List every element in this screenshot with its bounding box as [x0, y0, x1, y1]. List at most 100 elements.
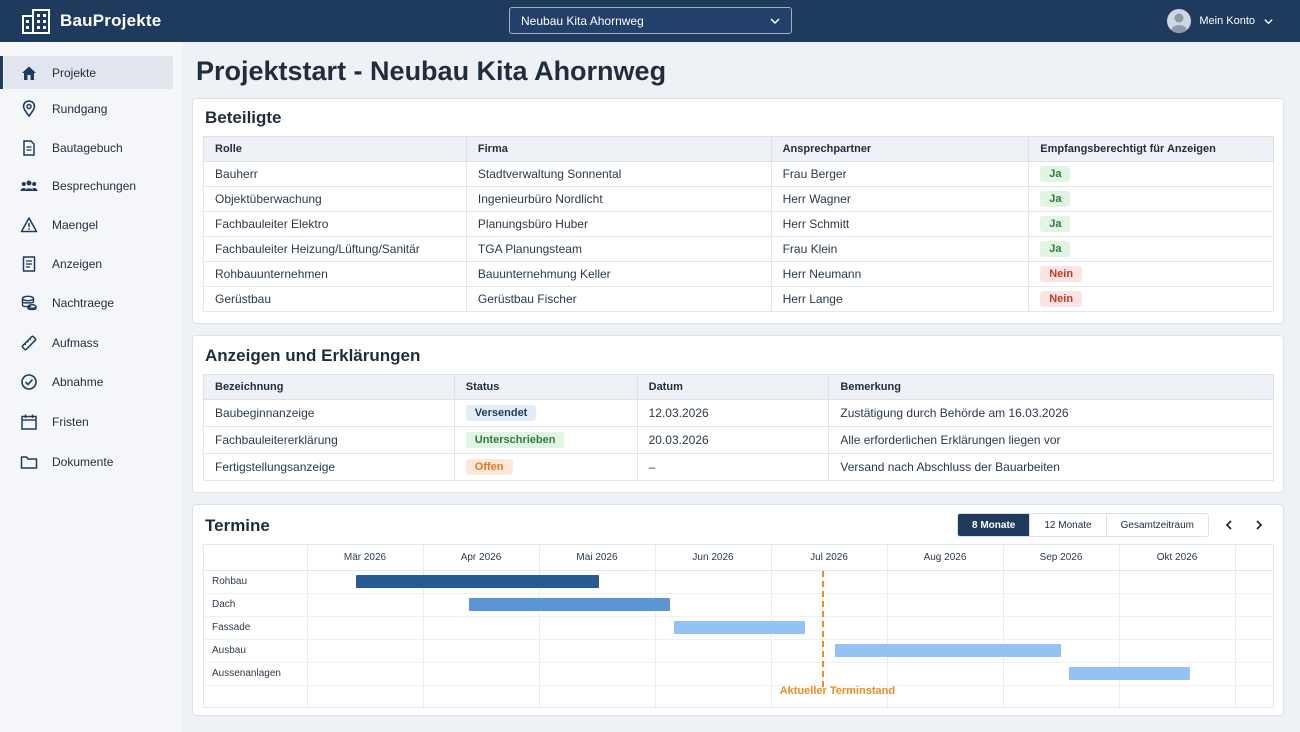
- firma-cell: Stadtverwaltung Sonnental: [465, 161, 772, 187]
- avatar: [1167, 9, 1192, 33]
- table-row[interactable]: Gerüstbau Gerüstbau Fischer Herr Lange N…: [203, 286, 1274, 312]
- sidebar-item-nachtraege[interactable]: Nachtraege: [4, 286, 173, 319]
- sidebar-item-abnahme[interactable]: Abnahme: [4, 365, 173, 398]
- current-date-line: [822, 571, 825, 687]
- range-button-8-monate[interactable]: 8 Monate: [958, 514, 1031, 536]
- sidebar-item-label: Bautagebuch: [52, 140, 123, 155]
- project-select[interactable]: Neubau Kita Ahornweg: [509, 7, 792, 34]
- map-pin-icon: [22, 99, 36, 117]
- gantt-month-label: Okt 2026: [1156, 552, 1198, 563]
- firma-cell: TGA Planungsteam: [465, 236, 772, 262]
- sidebar-item-label: Projekte: [52, 65, 97, 80]
- gantt-bar-ausbau[interactable]: [834, 644, 1061, 657]
- ansprechpartner-cell: Frau Berger: [770, 161, 1030, 187]
- rolle-cell: Objektüberwachung: [203, 186, 467, 212]
- gantt-bar-dach[interactable]: [469, 598, 671, 611]
- warning-icon: [20, 216, 38, 232]
- gantt-month-label: Apr 2026: [460, 552, 502, 563]
- user-icon: [1171, 13, 1188, 33]
- table-row[interactable]: Fachbauleitererklärung Unterschrieben 20…: [203, 426, 1274, 454]
- sidebar-item-label: Abnahme: [52, 374, 104, 389]
- sidebar-item-aufmass[interactable]: Aufmass: [4, 326, 173, 359]
- rolle-cell: Fachbauleiter Heizung/Lüftung/Sanitär: [203, 236, 467, 262]
- top-bar: BauProjekte Neubau Kita Ahornweg Mein Ko…: [0, 0, 1300, 42]
- next-button[interactable]: [1249, 515, 1269, 535]
- sidebar-item-label: Nachtraege: [52, 295, 115, 310]
- termine-card: Termine 8 Monate 12 Monate Gesamtzeitrau…: [192, 504, 1284, 716]
- check-circle-icon: [21, 373, 37, 390]
- empfang-cell: Ja: [1028, 161, 1274, 187]
- sidebar-item-anzeigen[interactable]: Anzeigen: [4, 247, 173, 280]
- gantt-row: Aussenanlagen: [204, 663, 1273, 686]
- sidebar-item-maengel[interactable]: Maengel: [4, 208, 173, 241]
- status-badge: Nein: [1040, 291, 1083, 307]
- current-date-label: Aktueller Terminstand: [779, 685, 896, 697]
- sidebar-item-label: Maengel: [52, 217, 99, 232]
- beteiligte-table: Rolle Firma Ansprechpartner Empfangsbere…: [203, 136, 1274, 312]
- status-badge: Versendet: [465, 405, 537, 421]
- table-row[interactable]: Rohbauunternehmen Bauunternehmung Keller…: [203, 261, 1274, 287]
- range-button-12-monate[interactable]: 12 Monate: [1030, 514, 1107, 536]
- table-row[interactable]: Fachbauleiter Elektro Planungsbüro Huber…: [203, 211, 1274, 237]
- chevron-down-icon: [1264, 18, 1273, 24]
- gantt-bar-rohbau[interactable]: [355, 575, 599, 588]
- anzeigen-table: Bezeichnung Status Datum Bemerkung Baube…: [203, 374, 1274, 481]
- sidebar-item-label: Fristen: [52, 414, 89, 429]
- account-menu[interactable]: Mein Konto: [1167, 9, 1274, 33]
- table-row[interactable]: Baubeginnanzeige Versendet 12.03.2026 Zu…: [203, 399, 1274, 427]
- firma-cell: Planungsbüro Huber: [465, 211, 772, 237]
- anzeigen-title: Anzeigen und Erklärungen: [205, 346, 421, 365]
- status-badge: Unterschrieben: [465, 432, 565, 448]
- table-header-row: Rolle Firma Ansprechpartner Empfangsbere…: [203, 136, 1274, 162]
- empfang-cell: Ja: [1028, 236, 1274, 262]
- sidebar-item-fristen[interactable]: Fristen: [4, 405, 173, 438]
- gantt-month-label: Mär 2026: [343, 552, 387, 563]
- sidebar-item-dokumente[interactable]: Dokumente: [4, 445, 173, 478]
- coins-icon: [21, 295, 37, 310]
- chevron-down-icon: [770, 18, 780, 25]
- firma-cell: Gerüstbau Fischer: [465, 286, 772, 312]
- gantt-month-label: Mai 2026: [576, 552, 618, 563]
- table-row[interactable]: Objektüberwachung Ingenieurbüro Nordlich…: [203, 186, 1274, 212]
- sidebar-item-rundgang[interactable]: Rundgang: [4, 92, 173, 125]
- termine-title: Termine: [205, 516, 270, 535]
- gantt-row: Rohbau: [204, 571, 1273, 594]
- column-header: Status: [453, 374, 638, 400]
- table-row[interactable]: Bauherr Stadtverwaltung Sonnental Frau B…: [203, 161, 1274, 187]
- gantt-bar-aussenanlagen[interactable]: [1068, 667, 1191, 680]
- bemerkung-cell: Alle erforderlichen Erklärungen liegen v…: [828, 426, 1274, 454]
- rolle-cell: Gerüstbau: [203, 286, 467, 312]
- sidebar: Projekte Rundgang Bautagebuch Besprechun…: [0, 42, 182, 732]
- bemerkung-cell: Versand nach Abschluss der Bauarbeiten: [828, 453, 1274, 481]
- sidebar-item-projekte[interactable]: Projekte: [0, 56, 173, 89]
- gantt-bar-fassade[interactable]: [674, 621, 805, 634]
- previous-button[interactable]: [1219, 515, 1239, 535]
- ansprechpartner-cell: Frau Klein: [770, 236, 1030, 262]
- account-label: Mein Konto: [1199, 15, 1255, 27]
- column-header: Rolle: [203, 136, 467, 162]
- beteiligte-card: Beteiligte Rolle Firma Ansprechpartner E…: [192, 98, 1284, 324]
- sidebar-item-besprechungen[interactable]: Besprechungen: [4, 169, 173, 202]
- app-logo[interactable]: BauProjekte: [22, 8, 161, 34]
- table-row[interactable]: Fachbauleiter Heizung/Lüftung/Sanitär TG…: [203, 236, 1274, 262]
- status-badge: Offen: [465, 459, 513, 475]
- empfang-cell: Nein: [1028, 261, 1274, 287]
- empfang-cell: Nein: [1028, 286, 1274, 312]
- app-name: BauProjekte: [60, 11, 162, 30]
- gantt-month-label: Aug 2026: [923, 552, 967, 563]
- status-cell: Offen: [453, 453, 638, 481]
- beteiligte-title: Beteiligte: [205, 108, 282, 127]
- rolle-cell: Bauherr: [203, 161, 467, 187]
- sidebar-item-label: Besprechungen: [52, 178, 137, 193]
- sidebar-item-bautagebuch[interactable]: Bautagebuch: [4, 131, 173, 164]
- ansprechpartner-cell: Herr Lange: [770, 286, 1030, 312]
- anzeigen-card: Anzeigen und Erklärungen Bezeichnung Sta…: [192, 335, 1284, 493]
- gantt-row: Dach: [204, 594, 1273, 617]
- empfang-cell: Ja: [1028, 211, 1274, 237]
- gantt-chart: Mär 2026 Apr 2026 Mai 2026 Jun 2026 Jul 2026…: [203, 544, 1274, 709]
- range-button-gesamtzeitraum[interactable]: Gesamtzeitraum: [1106, 514, 1208, 536]
- column-header: Firma: [465, 136, 772, 162]
- sidebar-item-label: Aufmass: [52, 335, 99, 350]
- datum-cell: 20.03.2026: [636, 426, 830, 454]
- table-row[interactable]: Fertigstellungsanzeige Offen – Versand n…: [203, 453, 1274, 481]
